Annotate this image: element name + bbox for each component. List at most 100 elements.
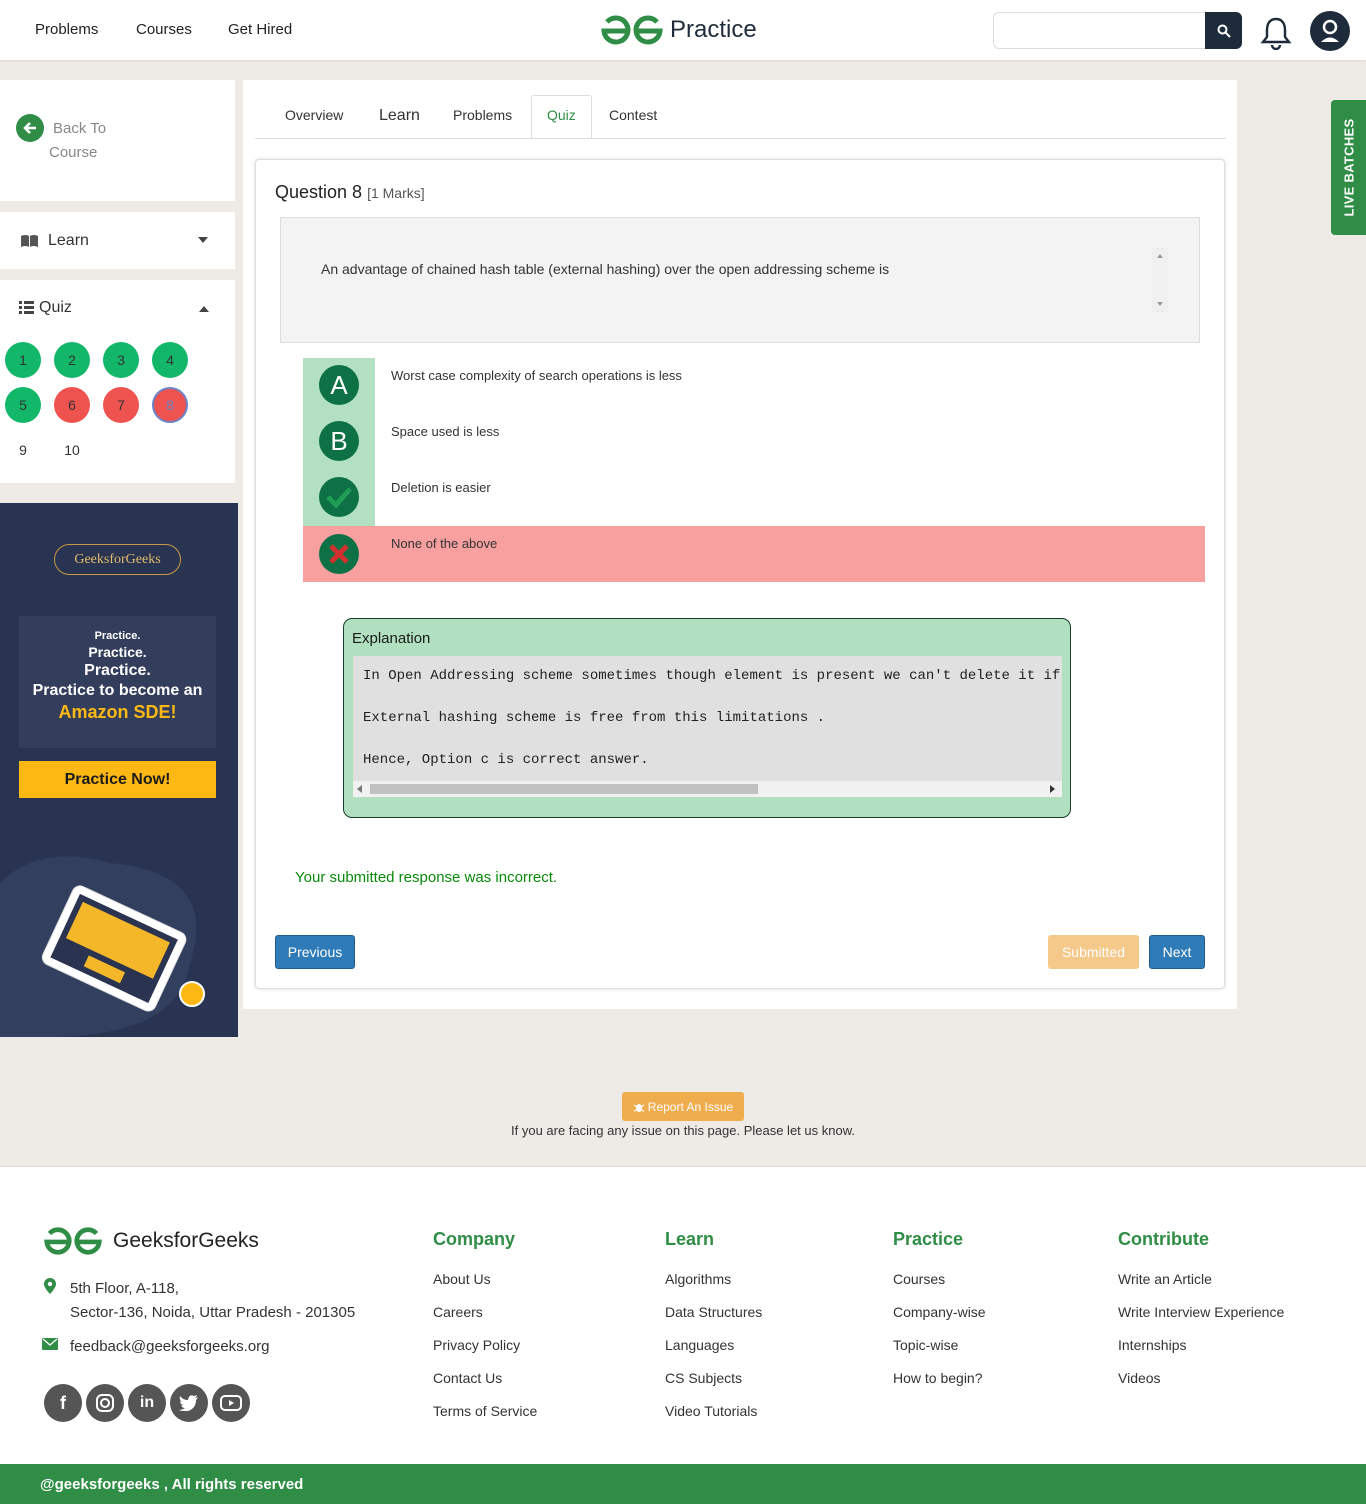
ad-line-2: Practice.: [88, 644, 147, 660]
footer-link-how-to-begin[interactable]: How to begin?: [893, 1370, 983, 1386]
question-number: Question 8: [275, 182, 363, 202]
facebook-icon[interactable]: f: [44, 1384, 82, 1422]
nav-get-hired[interactable]: Get Hired: [228, 21, 292, 38]
report-issue-button[interactable]: Report An Issue: [622, 1092, 744, 1121]
bell-icon[interactable]: [1259, 14, 1293, 50]
footer-link-write-article[interactable]: Write an Article: [1118, 1271, 1212, 1287]
question-nav-9[interactable]: 9: [5, 432, 41, 468]
result-message: Your submitted response was incorrect.: [295, 869, 558, 886]
question-nav-10[interactable]: 10: [54, 432, 90, 468]
twitter-icon[interactable]: [170, 1384, 208, 1422]
option-d-text[interactable]: None of the above: [391, 536, 497, 551]
nav-courses[interactable]: Courses: [136, 21, 192, 38]
tab-learn[interactable]: Learn: [379, 107, 420, 125]
footer-link-terms[interactable]: Terms of Service: [433, 1403, 537, 1419]
footer-gfg-logo-icon[interactable]: [43, 1226, 103, 1256]
footer-link-data-structures[interactable]: Data Structures: [665, 1304, 762, 1320]
option-b-text[interactable]: Space used is less: [391, 424, 499, 439]
user-icon: [1321, 19, 1339, 42]
explanation-scrollbar[interactable]: [353, 781, 1062, 797]
scroll-left-icon[interactable]: [357, 785, 363, 793]
previous-button[interactable]: Previous: [275, 935, 355, 969]
footer-link-privacy-policy[interactable]: Privacy Policy: [433, 1337, 520, 1353]
tab-quiz[interactable]: Quiz: [547, 107, 576, 123]
question-nav-7[interactable]: 7: [103, 387, 139, 423]
back-to-course-link[interactable]: Back To Course: [49, 117, 129, 165]
brand-title[interactable]: Practice: [670, 16, 757, 44]
question-nav-5[interactable]: 5: [5, 387, 41, 423]
live-batches-tab[interactable]: LIVE BATCHES: [1331, 100, 1366, 235]
option-c-text[interactable]: Deletion is easier: [391, 480, 491, 495]
footer-link-contact-us[interactable]: Contact Us: [433, 1370, 502, 1386]
practice-now-button[interactable]: Practice Now!: [19, 761, 216, 798]
book-icon: [21, 235, 38, 247]
checkmark-icon: [326, 487, 352, 508]
linkedin-icon[interactable]: in: [128, 1384, 166, 1422]
explanation-line-3: Hence, Option c is correct answer.: [363, 752, 649, 768]
footer-brand: GeeksforGeeks: [113, 1229, 259, 1252]
tab-overview[interactable]: Overview: [285, 107, 343, 123]
footer-link-video-tutorials[interactable]: Video Tutorials: [665, 1403, 757, 1419]
submitted-button[interactable]: Submitted: [1048, 935, 1139, 969]
footer-link-courses[interactable]: Courses: [893, 1271, 945, 1287]
cross-icon: [329, 544, 349, 564]
question-nav-1[interactable]: 1: [5, 342, 41, 378]
report-issue-label: Report An Issue: [647, 1099, 734, 1114]
report-note: If you are facing any issue on this page…: [511, 1123, 855, 1138]
caret-down-icon[interactable]: [197, 236, 209, 244]
quiz-label: Quiz: [39, 299, 72, 316]
footer-link-cs-subjects[interactable]: CS Subjects: [665, 1370, 742, 1386]
footer-link-algorithms[interactable]: Algorithms: [665, 1271, 731, 1287]
user-avatar[interactable]: [1310, 11, 1350, 51]
option-c-marker[interactable]: [319, 477, 359, 517]
search-input[interactable]: [993, 12, 1207, 49]
option-selected-wrong-row: [303, 526, 1205, 582]
question-nav-8[interactable]: 8: [152, 387, 188, 423]
footer-col-contribute-title: Contribute: [1118, 1229, 1209, 1249]
instagram-icon[interactable]: [86, 1384, 124, 1422]
youtube-icon[interactable]: [212, 1384, 250, 1422]
question-nav-6[interactable]: 6: [54, 387, 90, 423]
question-text-box: [280, 217, 1200, 343]
ad-headline-box: Practice. Practice. Practice. Practice t…: [19, 616, 216, 748]
next-button[interactable]: Next: [1149, 935, 1205, 969]
gfg-logo-icon[interactable]: [600, 14, 664, 46]
search-button[interactable]: [1205, 12, 1242, 49]
footer-link-internships[interactable]: Internships: [1118, 1337, 1186, 1353]
tab-problems[interactable]: Problems: [453, 107, 512, 123]
footer-link-company-wise[interactable]: Company-wise: [893, 1304, 986, 1320]
nav-problems[interactable]: Problems: [35, 21, 98, 38]
bug-icon: [633, 1103, 645, 1112]
question-nav-2[interactable]: 2: [54, 342, 90, 378]
question-scrollbar[interactable]: [1152, 248, 1168, 312]
footer-link-careers[interactable]: Careers: [433, 1304, 483, 1320]
list-icon: [19, 301, 34, 314]
ad-line-4: Practice to become an: [32, 682, 203, 699]
back-arrow-icon[interactable]: [16, 114, 44, 142]
footer-link-videos[interactable]: Videos: [1118, 1370, 1161, 1386]
footer-link-topic-wise[interactable]: Topic-wise: [893, 1337, 958, 1353]
question-title: Question 8 [1 Marks]: [275, 182, 425, 203]
footer-email[interactable]: feedback@geeksforgeeks.org: [70, 1338, 270, 1355]
option-b-marker[interactable]: B: [319, 421, 359, 461]
live-batches-label: LIVE BATCHES: [1341, 118, 1357, 217]
tab-contest[interactable]: Contest: [609, 107, 657, 123]
question-nav-4[interactable]: 4: [152, 342, 188, 378]
question-nav-3[interactable]: 3: [103, 342, 139, 378]
explanation-code: In Open Addressing scheme sometimes thou…: [353, 656, 1062, 781]
footer-link-about-us[interactable]: About Us: [433, 1271, 491, 1287]
promo-banner[interactable]: GeeksforGeeks Practice. Practice. Practi…: [0, 503, 238, 1037]
footer-link-write-interview[interactable]: Write Interview Experience: [1118, 1304, 1284, 1320]
footer-col-learn-title: Learn: [665, 1229, 715, 1249]
scroll-right-icon[interactable]: [1050, 785, 1056, 793]
search-icon: [1217, 24, 1231, 38]
ad-line-3: Practice.: [84, 662, 151, 679]
option-a-marker[interactable]: A: [319, 365, 359, 405]
scroll-thumb[interactable]: [370, 784, 758, 794]
option-d-marker[interactable]: [319, 534, 359, 574]
footer-link-languages[interactable]: Languages: [665, 1337, 734, 1353]
question-marks: [1 Marks]: [367, 185, 425, 201]
question-text: An advantage of chained hash table (exte…: [321, 261, 890, 277]
caret-up-icon[interactable]: [198, 305, 210, 313]
option-a-text[interactable]: Worst case complexity of search operatio…: [391, 368, 682, 383]
